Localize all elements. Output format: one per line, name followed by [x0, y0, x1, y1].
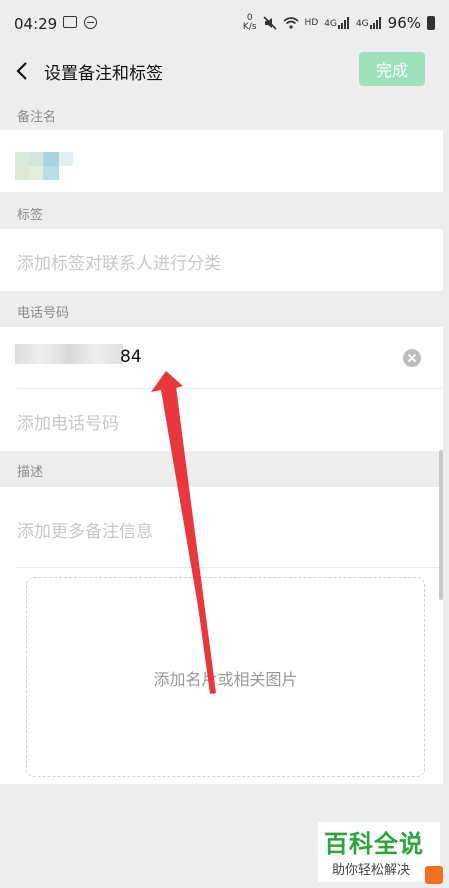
watermark-corner-icon — [425, 866, 443, 884]
annotation-arrow — [151, 371, 216, 694]
watermark-logo: 百科全说 助你轻松解决 — [318, 822, 440, 882]
watermark-title: 百科全说 — [324, 830, 424, 858]
watermark-subtitle: 助你轻松解决 — [332, 863, 411, 878]
